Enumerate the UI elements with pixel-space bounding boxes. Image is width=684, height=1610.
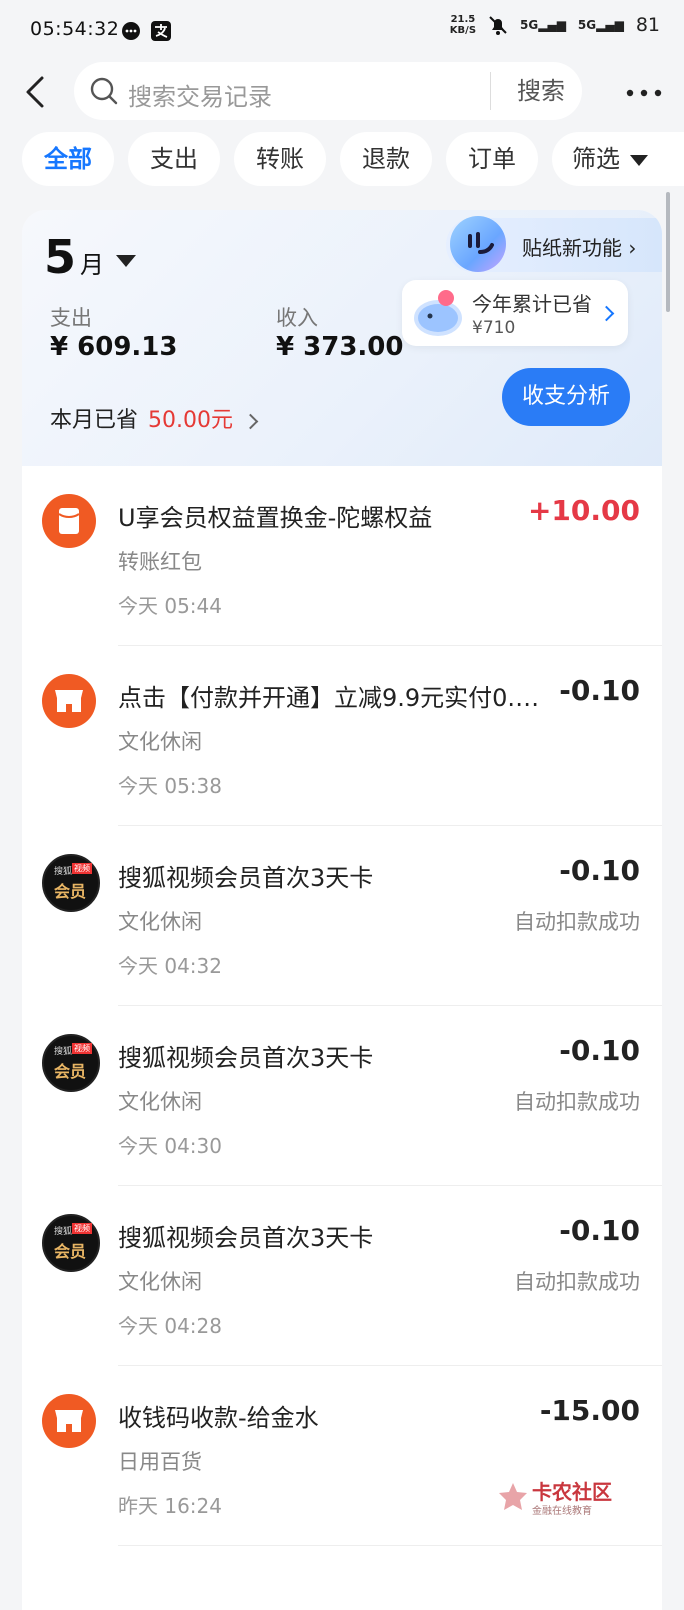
- signal-1: 5G▂▄▆: [520, 18, 566, 32]
- month-saved[interactable]: 本月已省 50.00元: [50, 402, 259, 434]
- transaction-amount: -0.10: [559, 674, 640, 707]
- transaction-time: 昨天 16:24: [118, 1494, 222, 1518]
- sohu-vip-icon: 搜狐 视频 会员: [42, 1034, 100, 1092]
- net-speed: 21.5 KB/S: [449, 14, 477, 36]
- sohu-vip-icon: 搜狐 视频 会员: [42, 854, 100, 912]
- transaction-amount: -0.10: [559, 854, 640, 887]
- transaction-time: 今天 05:38: [118, 774, 222, 798]
- month-number: 5: [44, 230, 77, 284]
- transaction-status: 自动扣款成功: [514, 1090, 640, 1114]
- transaction-title: 搜狐视频会员首次3天卡: [118, 1224, 374, 1252]
- status-bar: 05:54:32 21.5 KB/S 5G▂▄▆ 5G▂▄▆ 81: [0, 0, 684, 62]
- top-bar: 搜索交易记录 搜索: [0, 62, 684, 124]
- search-divider: [490, 72, 491, 110]
- battery-level: 81: [635, 14, 660, 36]
- month-unit: 月: [80, 251, 105, 279]
- filter-bar: 全部 支出 转账 退款 订单 筛选: [0, 132, 684, 186]
- sohu-vip-icon: 搜狐 视频 会员: [42, 1214, 100, 1272]
- watermark-tagline: 金融在线教育: [532, 1506, 592, 1517]
- sticker-feature[interactable]: 贴纸新功能 ›: [446, 216, 662, 272]
- filter-expense[interactable]: 支出: [128, 132, 220, 186]
- transaction-category: 转账红包: [118, 550, 202, 574]
- filter-caret-icon: [630, 154, 648, 166]
- back-arrow-icon[interactable]: [18, 70, 58, 114]
- transaction-title: 搜狐视频会员首次3天卡: [118, 864, 374, 892]
- sticker-label: 贴纸新功能 ›: [522, 236, 637, 260]
- month-saved-label: 本月已省: [50, 408, 139, 433]
- income-label: 收入: [276, 306, 318, 330]
- transaction-category: 文化休闲: [118, 1090, 202, 1114]
- watermark: 卡农社区 金融在线教育: [496, 1476, 616, 1520]
- transaction-title: 点击【付款并开通】立减9.9元实付0.1元...: [118, 684, 548, 712]
- year-saved-value: ¥710: [472, 318, 516, 338]
- month-selector[interactable]: 5月: [44, 230, 137, 284]
- transaction-time: 今天 04:28: [118, 1314, 222, 1338]
- transaction-title: 收钱码收款-给金水: [118, 1404, 319, 1432]
- filter-transfer[interactable]: 转账: [234, 132, 326, 186]
- month-summary: 5月 贴纸新功能 › 支出 ¥ 609.13 收入 ¥ 373.00 今年累计已…: [22, 210, 662, 466]
- status-right: 21.5 KB/S 5G▂▄▆ 5G▂▄▆ 81: [450, 14, 660, 36]
- transaction-time: 今天 04:30: [118, 1134, 222, 1158]
- watermark-name: 卡农社区: [532, 1480, 612, 1504]
- watermark-logo-icon: [499, 1483, 527, 1510]
- expense-label: 支出: [50, 306, 92, 330]
- filter-refund[interactable]: 退款: [340, 132, 432, 186]
- month-caret-icon: [116, 254, 137, 267]
- row-divider: [118, 1545, 662, 1546]
- signal-2: 5G▂▄▆: [577, 18, 624, 32]
- chat-icon: [122, 22, 140, 40]
- transaction-time: 今天 05:44: [118, 594, 222, 618]
- transaction-amount: +10.00: [527, 494, 640, 527]
- transaction-amount: -0.10: [559, 1034, 640, 1067]
- search-box[interactable]: 搜索交易记录 搜索: [74, 62, 582, 120]
- analysis-button[interactable]: 收支分析: [502, 368, 630, 426]
- transaction-row[interactable]: 点击【付款并开通】立减9.9元实付0.1元... 文化休闲 今天 05:38 -…: [22, 646, 662, 826]
- transaction-amount: -15.00: [539, 1394, 640, 1427]
- transaction-status: 自动扣款成功: [514, 910, 640, 934]
- month-saved-value: 50.00元: [148, 408, 233, 433]
- bill-card: 5月 贴纸新功能 › 支出 ¥ 609.13 收入 ¥ 373.00 今年累计已…: [22, 210, 662, 1610]
- chevron-right-icon: [598, 305, 615, 322]
- transaction-title: 搜狐视频会员首次3天卡: [118, 1044, 374, 1072]
- transaction-time: 今天 04:32: [118, 954, 222, 978]
- transaction-status: 自动扣款成功: [514, 1270, 640, 1294]
- clock: 05:54:32: [30, 18, 120, 40]
- search-button[interactable]: 搜索: [500, 62, 582, 120]
- scrollbar[interactable]: [666, 192, 670, 312]
- transaction-amount: -0.10: [559, 1214, 640, 1247]
- shop-icon: [42, 674, 96, 728]
- transaction-category: 文化休闲: [118, 730, 202, 754]
- transaction-category: 文化休闲: [118, 910, 202, 934]
- filter-all[interactable]: 全部: [22, 132, 114, 186]
- filter-order[interactable]: 订单: [446, 132, 538, 186]
- transaction-title: U享会员权益置换金-陀螺权益: [118, 504, 433, 532]
- transaction-row[interactable]: 搜狐 视频 会员 搜狐视频会员首次3天卡 文化休闲 今天 04:28 -0.10 自…: [22, 1186, 662, 1366]
- filter-screen[interactable]: 筛选: [552, 132, 684, 186]
- transaction-row[interactable]: U享会员权益置换金-陀螺权益 转账红包 今天 05:44 +10.00: [22, 466, 662, 646]
- shop-icon: [42, 1394, 96, 1448]
- transaction-row[interactable]: 搜狐 视频 会员 搜狐视频会员首次3天卡 文化休闲 今天 04:32 -0.10 自…: [22, 826, 662, 1006]
- mute-icon: [489, 16, 507, 35]
- search-input[interactable]: 搜索交易记录: [128, 77, 272, 112]
- transaction-category: 文化休闲: [118, 1270, 202, 1294]
- alipay-icon: [151, 21, 171, 41]
- sticker-face-icon: [450, 216, 506, 272]
- more-options-icon[interactable]: [624, 78, 664, 108]
- year-saved-label: 今年累计已省: [472, 292, 592, 316]
- search-icon: [90, 77, 118, 105]
- red-packet-icon: [42, 494, 96, 548]
- expense-value: ¥ 609.13: [50, 332, 178, 362]
- income-value: ¥ 373.00: [276, 332, 404, 362]
- chevron-right-icon: [242, 413, 259, 429]
- year-saved-card[interactable]: 今年累计已省 ¥710: [402, 280, 628, 346]
- transaction-row[interactable]: 搜狐 视频 会员 搜狐视频会员首次3天卡 文化休闲 今天 04:30 -0.10 自…: [22, 1006, 662, 1186]
- filter-screen-label: 筛选: [572, 145, 620, 173]
- piggy-bank-icon: [414, 290, 462, 336]
- transaction-category: 日用百货: [118, 1450, 202, 1474]
